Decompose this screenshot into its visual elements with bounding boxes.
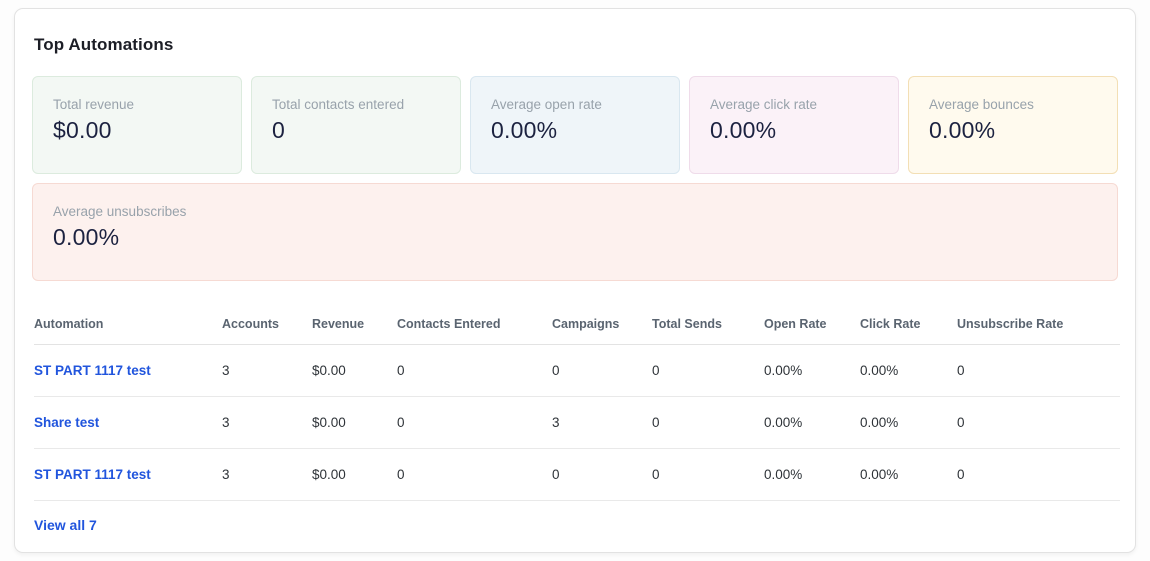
table-row: ST PART 1117 test 3 $0.00 0 0 0 0.00% 0.… — [34, 345, 1120, 397]
cell-open-rate: 0.00% — [764, 397, 860, 449]
cell-total-sends: 0 — [652, 397, 764, 449]
stat-card-average-open-rate: Average open rate 0.00% — [470, 76, 680, 174]
cell-unsubscribe-rate: 0 — [957, 345, 1120, 397]
stat-value: $0.00 — [53, 117, 221, 144]
stat-card-total-revenue: Total revenue $0.00 — [32, 76, 242, 174]
table-row: ST PART 1117 test 3 $0.00 0 0 0 0.00% 0.… — [34, 449, 1120, 501]
cell-unsubscribe-rate: 0 — [957, 397, 1120, 449]
stat-label: Total contacts entered — [272, 97, 440, 112]
cell-campaigns: 0 — [552, 345, 652, 397]
cell-unsubscribe-rate: 0 — [957, 449, 1120, 501]
stat-label: Average open rate — [491, 97, 659, 112]
cell-click-rate: 0.00% — [860, 345, 957, 397]
cell-revenue: $0.00 — [312, 449, 397, 501]
cell-open-rate: 0.00% — [764, 345, 860, 397]
cell-contacts-entered: 0 — [397, 449, 552, 501]
cell-accounts: 3 — [222, 345, 312, 397]
cell-total-sends: 0 — [652, 345, 764, 397]
column-header-unsubscribe-rate: Unsubscribe Rate — [957, 307, 1120, 345]
view-all-link[interactable]: View all 7 — [34, 517, 97, 533]
wide-stat-row: Average unsubscribes 0.00% — [32, 183, 1118, 281]
cell-click-rate: 0.00% — [860, 449, 957, 501]
stat-label: Average click rate — [710, 97, 878, 112]
top-automations-panel: Top Automations Total revenue $0.00 Tota… — [14, 8, 1136, 553]
cell-revenue: $0.00 — [312, 345, 397, 397]
automations-table: Automation Accounts Revenue Contacts Ent… — [34, 307, 1120, 551]
cell-accounts: 3 — [222, 449, 312, 501]
column-header-automation: Automation — [34, 307, 222, 345]
stat-value: 0.00% — [929, 117, 1097, 144]
column-header-campaigns: Campaigns — [552, 307, 652, 345]
automation-link[interactable]: ST PART 1117 test — [34, 363, 151, 378]
automation-link[interactable]: Share test — [34, 415, 99, 430]
column-header-contacts-entered: Contacts Entered — [397, 307, 552, 345]
cell-campaigns: 0 — [552, 449, 652, 501]
column-header-total-sends: Total Sends — [652, 307, 764, 345]
table-header-row: Automation Accounts Revenue Contacts Ent… — [34, 307, 1120, 345]
stat-cards-row: Total revenue $0.00 Total contacts enter… — [32, 76, 1118, 174]
cell-revenue: $0.00 — [312, 397, 397, 449]
table-row: Share test 3 $0.00 0 3 0 0.00% 0.00% 0 — [34, 397, 1120, 449]
view-all-row: View all 7 — [34, 501, 1120, 552]
column-header-revenue: Revenue — [312, 307, 397, 345]
column-header-open-rate: Open Rate — [764, 307, 860, 345]
cell-contacts-entered: 0 — [397, 345, 552, 397]
cell-campaigns: 3 — [552, 397, 652, 449]
column-header-click-rate: Click Rate — [860, 307, 957, 345]
stat-value: 0 — [272, 117, 440, 144]
stat-value: 0.00% — [491, 117, 659, 144]
cell-click-rate: 0.00% — [860, 397, 957, 449]
stat-value: 0.00% — [53, 224, 1097, 251]
stat-card-average-bounces: Average bounces 0.00% — [908, 76, 1118, 174]
column-header-accounts: Accounts — [222, 307, 312, 345]
stat-card-total-contacts-entered: Total contacts entered 0 — [251, 76, 461, 174]
stat-label: Average unsubscribes — [53, 204, 1097, 219]
stat-value: 0.00% — [710, 117, 878, 144]
stat-label: Total revenue — [53, 97, 221, 112]
stat-card-average-click-rate: Average click rate 0.00% — [689, 76, 899, 174]
stat-label: Average bounces — [929, 97, 1097, 112]
cell-contacts-entered: 0 — [397, 397, 552, 449]
panel-title: Top Automations — [34, 35, 1118, 55]
cell-total-sends: 0 — [652, 449, 764, 501]
cell-accounts: 3 — [222, 397, 312, 449]
stat-card-average-unsubscribes: Average unsubscribes 0.00% — [32, 183, 1118, 281]
automation-link[interactable]: ST PART 1117 test — [34, 467, 151, 482]
cell-open-rate: 0.00% — [764, 449, 860, 501]
